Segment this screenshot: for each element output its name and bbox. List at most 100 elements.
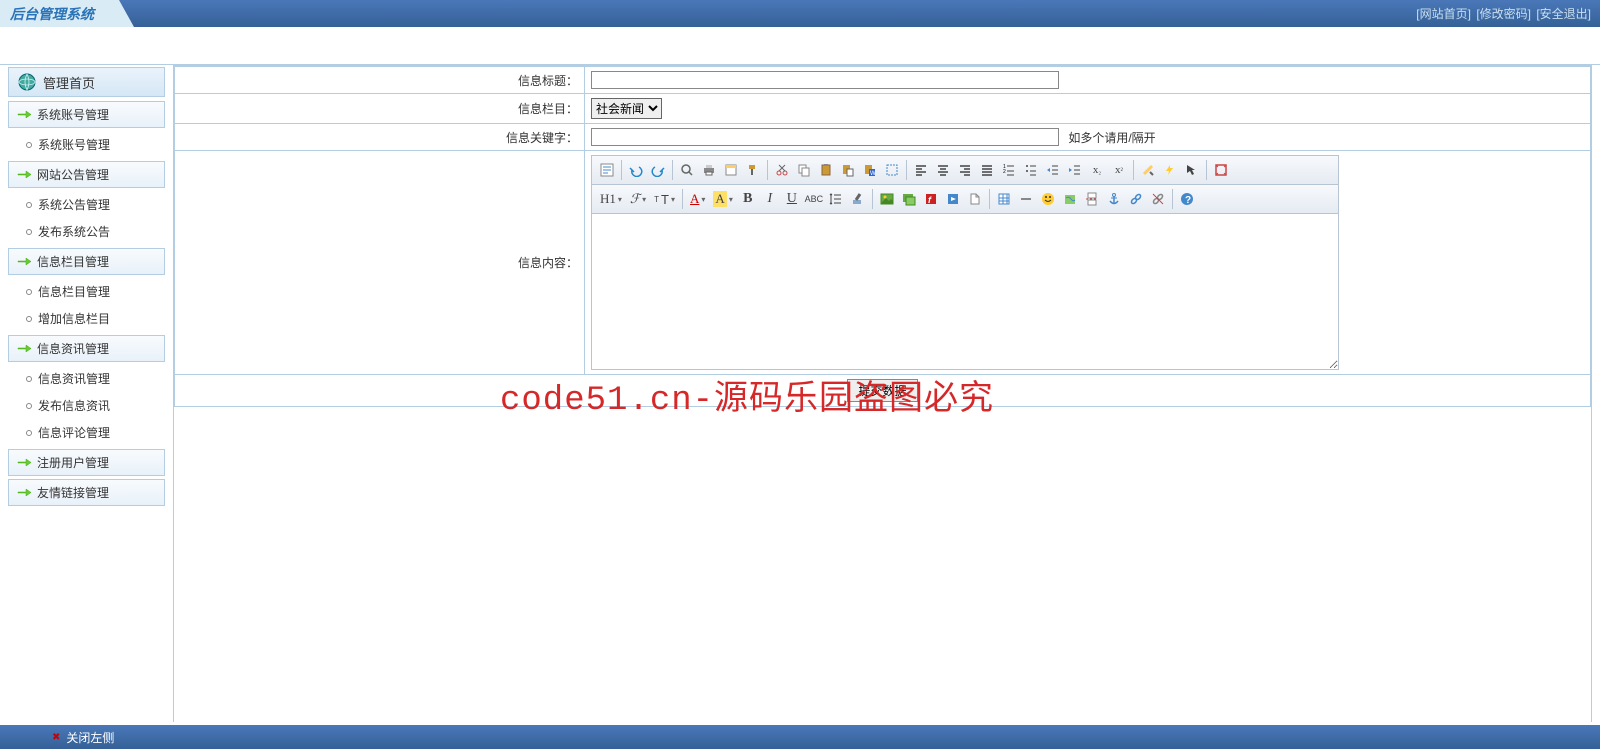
sidebar-section[interactable]: 注册用户管理 — [8, 449, 165, 476]
sidebar-item[interactable]: 信息评论管理 — [8, 419, 165, 446]
item-label: 发布系统公告 — [38, 223, 110, 240]
align-justify-icon[interactable] — [976, 159, 998, 181]
remove-format-icon[interactable] — [847, 188, 869, 210]
bg-color[interactable]: A▾ — [709, 188, 736, 210]
line-height-icon[interactable] — [825, 188, 847, 210]
sidebar-section[interactable]: 友情链接管理 — [8, 479, 165, 506]
font-color[interactable]: A▾ — [686, 188, 709, 210]
emoji-icon[interactable] — [1037, 188, 1059, 210]
sidebar-section[interactable]: 网站公告管理 — [8, 161, 165, 188]
about-icon[interactable]: ? — [1176, 188, 1198, 210]
submit-button[interactable]: 提交数据 — [847, 379, 917, 402]
section-label: 信息栏目管理 — [37, 253, 109, 270]
editor-toolbar-1: W 12 x₂ x² — [592, 156, 1338, 185]
font-size[interactable]: TT▾ — [650, 188, 679, 210]
list-ol-icon[interactable]: 12 — [998, 159, 1020, 181]
paste-icon[interactable] — [815, 159, 837, 181]
subscript-icon[interactable]: x₂ — [1086, 159, 1108, 181]
sidebar-item[interactable]: 信息栏目管理 — [8, 278, 165, 305]
fullscreen-icon[interactable] — [1210, 159, 1232, 181]
editor-toolbar-2: H1▾ ℱ▾ TT▾ A▾ A▾ B I U ABC — [592, 185, 1338, 214]
bullet-icon — [26, 403, 32, 409]
close-icon[interactable]: ✖ — [52, 732, 60, 743]
sidebar-item[interactable]: 发布信息资讯 — [8, 392, 165, 419]
list-ul-icon[interactable] — [1020, 159, 1042, 181]
preview-icon[interactable] — [676, 159, 698, 181]
sidebar-item[interactable]: 发布系统公告 — [8, 218, 165, 245]
sidebar-section[interactable]: 信息栏目管理 — [8, 248, 165, 275]
anchor-icon[interactable] — [1103, 188, 1125, 210]
header-links: [网站首页] [修改密码] [安全退出] — [1415, 5, 1600, 22]
link-home[interactable]: [网站首页] — [1416, 7, 1471, 21]
sidebar-section[interactable]: 系统账号管理 — [8, 101, 165, 128]
superscript-icon[interactable]: x² — [1108, 159, 1130, 181]
redo-icon[interactable] — [647, 159, 669, 181]
strike-icon[interactable]: ABC — [803, 188, 825, 210]
paste-word-icon[interactable]: W — [859, 159, 881, 181]
select-element-icon[interactable] — [1181, 159, 1203, 181]
underline-icon[interactable]: U — [781, 188, 803, 210]
sidebar-home-label: 管理首页 — [43, 73, 95, 92]
align-left-icon[interactable] — [910, 159, 932, 181]
svg-text:?: ? — [1185, 195, 1191, 206]
section-label: 注册用户管理 — [37, 454, 109, 471]
select-all-icon[interactable] — [881, 159, 903, 181]
file-icon[interactable] — [964, 188, 986, 210]
select-column[interactable]: 社会新闻 — [591, 98, 662, 119]
undo-icon[interactable] — [625, 159, 647, 181]
map-icon[interactable] — [1059, 188, 1081, 210]
sidebar-item[interactable]: 信息资讯管理 — [8, 365, 165, 392]
sidebar: 管理首页 系统账号管理系统账号管理网站公告管理系统公告管理发布系统公告信息栏目管… — [0, 65, 173, 722]
logo-text: 后台管理系统 — [10, 4, 94, 24]
font-family[interactable]: ℱ▾ — [626, 188, 650, 210]
bold-icon[interactable]: B — [737, 188, 759, 210]
clear-format-icon[interactable] — [1137, 159, 1159, 181]
format-block[interactable]: H1▾ — [596, 188, 626, 210]
form-table: 信息标题： 信息栏目： 社会新闻 信息关键字： 如多个请用/隔开 信 — [174, 66, 1591, 407]
header-bar: 后台管理系统 [网站首页] [修改密码] [安全退出] — [0, 0, 1600, 27]
sidebar-item[interactable]: 增加信息栏目 — [8, 305, 165, 332]
input-keyword[interactable] — [591, 128, 1059, 146]
pagebreak-icon[interactable] — [1081, 188, 1103, 210]
outdent-icon[interactable] — [1042, 159, 1064, 181]
svg-text:W: W — [870, 171, 876, 177]
indent-icon[interactable] — [1064, 159, 1086, 181]
italic-icon[interactable]: I — [759, 188, 781, 210]
editor-body[interactable] — [592, 214, 1338, 369]
bullet-icon — [26, 316, 32, 322]
multi-image-icon[interactable] — [898, 188, 920, 210]
paste-text-icon[interactable] — [837, 159, 859, 181]
footer-close-label[interactable]: 关闭左侧 — [66, 729, 114, 746]
align-center-icon[interactable] — [932, 159, 954, 181]
format-icon[interactable] — [742, 159, 764, 181]
sidebar-item[interactable]: 系统账号管理 — [8, 131, 165, 158]
template-icon[interactable] — [720, 159, 742, 181]
print-icon[interactable] — [698, 159, 720, 181]
media-icon[interactable] — [942, 188, 964, 210]
link-exit[interactable]: [安全退出] — [1536, 7, 1591, 21]
section-label: 友情链接管理 — [37, 484, 109, 501]
flash-icon[interactable]: f — [920, 188, 942, 210]
svg-text:2: 2 — [1003, 169, 1006, 175]
input-title[interactable] — [591, 71, 1059, 89]
bullet-icon — [26, 202, 32, 208]
item-label: 系统账号管理 — [38, 136, 110, 153]
sidebar-item[interactable]: 系统公告管理 — [8, 191, 165, 218]
link-password[interactable]: [修改密码] — [1476, 7, 1531, 21]
quick-format-icon[interactable] — [1159, 159, 1181, 181]
section-label: 网站公告管理 — [37, 166, 109, 183]
align-right-icon[interactable] — [954, 159, 976, 181]
main-content: 信息标题： 信息栏目： 社会新闻 信息关键字： 如多个请用/隔开 信 — [173, 65, 1592, 722]
sidebar-section[interactable]: 信息资讯管理 — [8, 335, 165, 362]
hr-icon[interactable] — [1015, 188, 1037, 210]
item-label: 信息栏目管理 — [38, 283, 110, 300]
image-icon[interactable] — [876, 188, 898, 210]
sidebar-home[interactable]: 管理首页 — [8, 67, 165, 97]
content-textarea[interactable] — [592, 214, 1338, 369]
link-icon[interactable] — [1125, 188, 1147, 210]
cut-icon[interactable] — [771, 159, 793, 181]
unlink-icon[interactable] — [1147, 188, 1169, 210]
table-icon[interactable] — [993, 188, 1015, 210]
copy-icon[interactable] — [793, 159, 815, 181]
source-icon[interactable] — [596, 159, 618, 181]
